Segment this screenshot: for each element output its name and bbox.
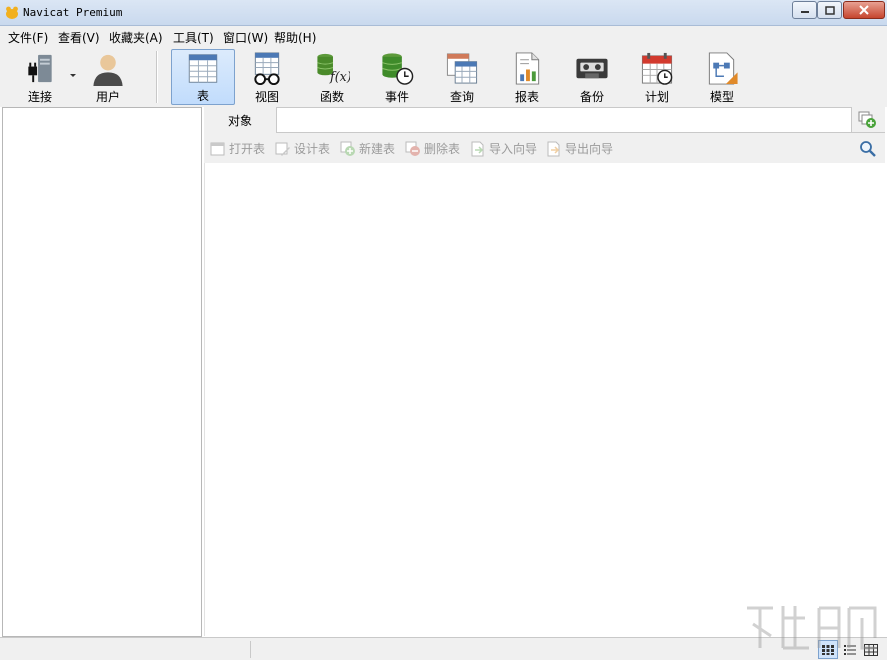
new-table-button[interactable]: 新建表: [340, 140, 395, 157]
user-button[interactable]: 用户: [80, 49, 136, 105]
calendar-icon: [641, 52, 673, 85]
open-table-button[interactable]: 打开表: [210, 140, 265, 157]
menu-favorites[interactable]: 收藏夹(A): [109, 29, 163, 46]
open-table-icon: [210, 142, 225, 155]
close-button[interactable]: [843, 1, 885, 19]
design-table-icon: [275, 142, 290, 156]
menu-bar: 文件(F) 查看(V) 收藏夹(A) 工具(T) 窗口(W) 帮助(H): [0, 26, 887, 47]
minimize-icon: [800, 11, 809, 13]
toolbar-separator: [156, 51, 158, 103]
delete-table-icon: [405, 141, 420, 156]
export-wizard-label: 导出向导: [565, 142, 614, 156]
search-icon[interactable]: [859, 140, 877, 158]
watermark-logo: [747, 606, 877, 650]
connect-dropdown-arrow[interactable]: [70, 74, 76, 77]
object-list-area[interactable]: [204, 163, 885, 636]
user-label: 用户: [95, 90, 120, 104]
new-table-icon: [340, 141, 355, 156]
new-table-label: 新建表: [359, 142, 396, 156]
query-table-icon: [446, 53, 478, 84]
tape-backup-icon: [576, 58, 608, 79]
status-divider: [250, 641, 251, 658]
view-label: 视图: [254, 90, 279, 104]
table-icon: [188, 54, 218, 83]
export-wizard-button[interactable]: 导出向导: [546, 140, 613, 157]
event-label: 事件: [384, 90, 409, 104]
model-button[interactable]: 模型: [695, 49, 749, 105]
minimize-button[interactable]: [792, 1, 817, 19]
tab-bar: 对象: [204, 107, 885, 133]
query-label: 查询: [449, 90, 474, 104]
connect-button[interactable]: 连接: [12, 49, 68, 105]
query-button[interactable]: 查询: [435, 49, 489, 105]
report-chart-icon: [515, 52, 540, 85]
event-button[interactable]: 事件: [370, 49, 424, 105]
schedule-button[interactable]: 计划: [630, 49, 684, 105]
menu-help[interactable]: 帮助(H): [274, 29, 316, 46]
backup-label: 备份: [579, 90, 604, 104]
plug-server-icon: [28, 54, 52, 83]
export-wizard-icon: [547, 141, 560, 156]
report-label: 报表: [514, 90, 539, 104]
table-label: 表: [196, 89, 209, 103]
svg-text:f(x): f(x): [329, 69, 350, 84]
window-title: Navicat Premium: [23, 6, 123, 19]
function-db-icon: f(x): [317, 53, 350, 84]
function-button[interactable]: f(x) 函数: [305, 49, 359, 105]
import-wizard-button[interactable]: 导入向导: [470, 140, 537, 157]
model-diagram-icon: [708, 52, 738, 85]
function-label: 函数: [319, 90, 344, 104]
menu-file[interactable]: 文件(F): [8, 29, 48, 46]
new-object-tab-icon[interactable]: [856, 110, 878, 130]
view-button[interactable]: 视图: [240, 49, 294, 105]
title-bar: Navicat Premium: [0, 0, 887, 26]
design-table-label: 设计表: [294, 142, 331, 156]
menu-window[interactable]: 窗口(W): [223, 29, 268, 46]
connection-tree-panel[interactable]: [2, 107, 202, 637]
main-toolbar: 连接 用户 表 视图 f(x) 函数 事件 查询 报表 备份 计划 模型: [0, 47, 887, 107]
tab-objects[interactable]: 对象: [204, 107, 276, 133]
design-table-button[interactable]: 设计表: [275, 140, 330, 157]
object-toolbar: 打开表 设计表 新建表 删除表 导入向导 导出向导: [204, 133, 885, 163]
delete-table-label: 删除表: [424, 142, 461, 156]
backup-button[interactable]: 备份: [565, 49, 619, 105]
menu-view[interactable]: 查看(V): [58, 29, 100, 46]
close-icon: [859, 5, 869, 15]
table-button[interactable]: 表: [171, 49, 235, 105]
schedule-label: 计划: [644, 90, 669, 104]
navicat-logo-icon: [6, 6, 18, 19]
restore-icon: [824, 5, 835, 15]
clock-db-icon: [382, 53, 414, 85]
glasses-table-icon: [254, 52, 280, 86]
tab-strip: [276, 107, 852, 133]
tab-objects-label: 对象: [227, 113, 252, 128]
menu-tools[interactable]: 工具(T): [173, 29, 214, 46]
user-icon: [93, 54, 123, 86]
import-wizard-icon: [471, 141, 484, 156]
delete-table-button[interactable]: 删除表: [405, 140, 460, 157]
open-table-label: 打开表: [229, 142, 266, 156]
connect-label: 连接: [27, 90, 52, 104]
maximize-button[interactable]: [817, 1, 842, 19]
import-wizard-label: 导入向导: [489, 142, 538, 156]
model-label: 模型: [709, 90, 734, 104]
report-button[interactable]: 报表: [500, 49, 554, 105]
